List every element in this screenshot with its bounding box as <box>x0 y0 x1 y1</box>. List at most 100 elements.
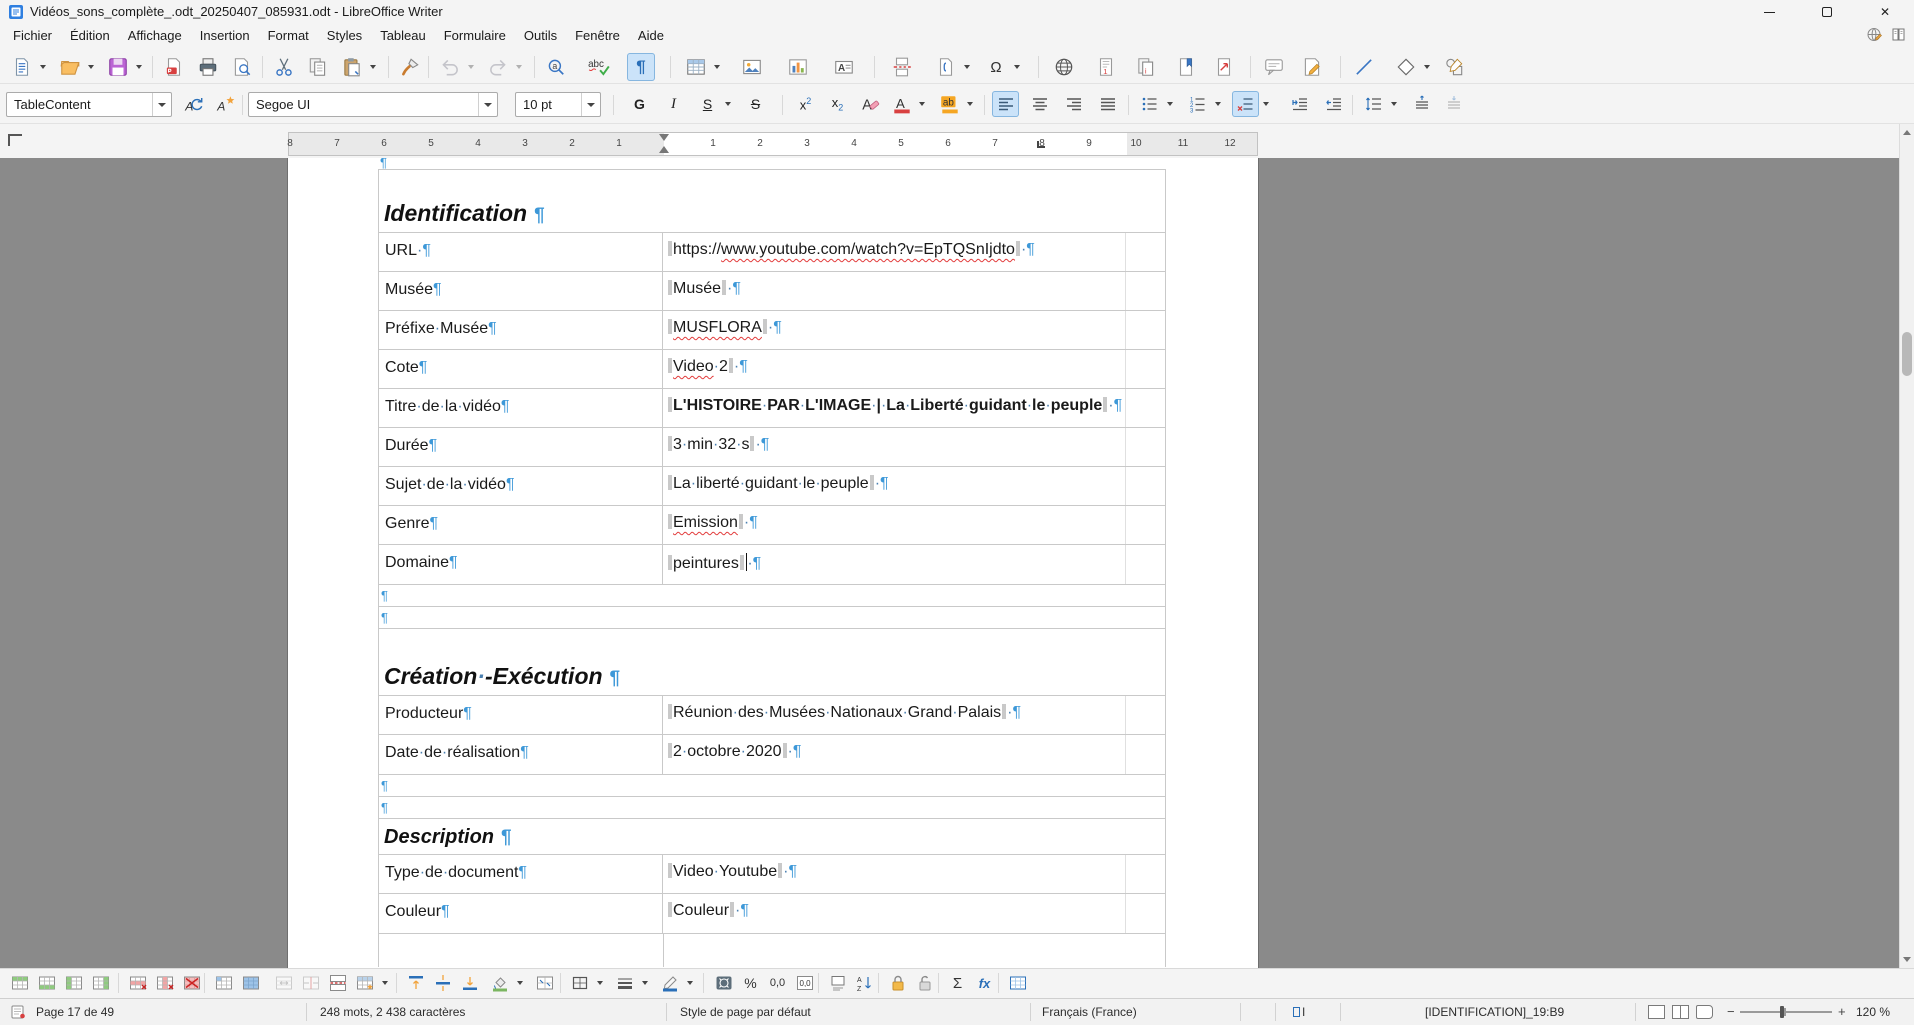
number-format-decimal-button[interactable]: 0,0 <box>764 970 791 996</box>
underline-button[interactable]: S <box>694 91 721 117</box>
cross-reference-button[interactable] <box>1210 53 1238 81</box>
selection-mode-icon[interactable]: I <box>1293 1005 1305 1019</box>
multi-page-view-icon[interactable] <box>1672 1005 1689 1019</box>
page-break-button[interactable] <box>888 53 916 81</box>
print-preview-button[interactable] <box>228 53 256 81</box>
book-view-icon[interactable] <box>1696 1005 1713 1019</box>
tab-stop-selector[interactable] <box>8 134 22 146</box>
field-label-cell[interactable]: Type·de·document¶ <box>379 855 663 893</box>
insert-footnote-button[interactable]: 1 <box>1092 53 1120 81</box>
font-size-dropdown[interactable] <box>581 93 600 116</box>
insert-formula-button[interactable]: fx <box>971 970 998 996</box>
insert-table-dropdown[interactable] <box>710 53 723 81</box>
field-value-cell[interactable]: 3·min·32·s·¶ <box>663 428 1126 466</box>
field-value-cell[interactable]: https://www.youtube.com/watch?v=EpTQSnIj… <box>663 233 1126 271</box>
subscript-button[interactable]: x2 <box>824 91 851 117</box>
bullet-list-button[interactable] <box>1136 91 1163 117</box>
optimize-size-button[interactable] <box>531 970 558 996</box>
export-pdf-button[interactable] <box>160 53 188 81</box>
zoom-slider[interactable] <box>1740 1011 1832 1013</box>
insert-row-above-button[interactable] <box>6 970 33 996</box>
align-center-button[interactable] <box>1026 91 1053 117</box>
spelling-button[interactable]: abc <box>585 53 613 81</box>
copy-button[interactable] <box>304 53 332 81</box>
table-end-cell[interactable] <box>1126 894 1165 933</box>
border-color-button[interactable] <box>656 970 683 996</box>
hyperlink-button[interactable] <box>1050 53 1078 81</box>
font-color-dropdown[interactable] <box>915 91 928 117</box>
menu-insertion[interactable]: Insertion <box>191 26 259 45</box>
scroll-up-arrow[interactable] <box>1903 130 1911 135</box>
empty-paragraph-row[interactable]: ¶ <box>378 774 1166 797</box>
menu-format[interactable]: Format <box>259 26 318 45</box>
protect-cells-button[interactable] <box>884 970 911 996</box>
find-replace-button[interactable]: a <box>542 53 570 81</box>
line-spacing-dropdown[interactable] <box>1387 91 1400 117</box>
save-button[interactable] <box>104 53 132 81</box>
zoom-out-button[interactable]: − <box>1727 1004 1735 1019</box>
new-document-dropdown[interactable] <box>36 53 49 81</box>
special-character-dropdown[interactable] <box>1010 53 1023 81</box>
section-heading-row[interactable]: Création·-Exécution¶ <box>379 629 1165 696</box>
paste-dropdown[interactable] <box>366 53 379 81</box>
unprotect-cells-button[interactable] <box>911 970 938 996</box>
table-background-color-button[interactable] <box>486 970 513 996</box>
table-end-cell[interactable] <box>1126 233 1165 271</box>
maximize-button[interactable] <box>1798 0 1856 24</box>
insert-field-button[interactable] <box>932 53 960 81</box>
numbered-list-dropdown[interactable] <box>1211 91 1224 117</box>
scrollbar-thumb[interactable] <box>1902 332 1912 376</box>
superscript-button[interactable]: x2 <box>792 91 819 117</box>
field-label-cell[interactable]: Genre¶ <box>379 506 663 544</box>
first-line-indent-marker[interactable] <box>659 134 669 141</box>
track-changes-button[interactable] <box>1298 53 1326 81</box>
horizontal-ruler[interactable]: 87654321123456789101112 <box>288 132 1258 156</box>
autoformat-table-button[interactable] <box>351 970 378 996</box>
document-table[interactable]: Identification¶URL·¶https://www.youtube.… <box>378 169 1166 585</box>
border-style-dropdown[interactable] <box>638 970 651 996</box>
borders-button[interactable] <box>566 970 593 996</box>
table-row[interactable]: Type·de·document¶Video·Youtube·¶ <box>379 855 1165 894</box>
font-color-button[interactable]: A <box>888 91 915 117</box>
table-end-cell[interactable] <box>1126 389 1165 427</box>
table-row[interactable]: Couleur¶Couleur·¶ <box>379 894 1165 933</box>
field-value-cell[interactable]: Video·2·¶ <box>663 350 1126 388</box>
show-draw-functions-button[interactable] <box>1440 53 1468 81</box>
menu-fichier[interactable]: Fichier <box>4 26 61 45</box>
basic-shapes-dropdown[interactable] <box>1420 53 1433 81</box>
line-spacing-button[interactable] <box>1360 91 1387 117</box>
border-style-button[interactable] <box>611 970 638 996</box>
save-dropdown[interactable] <box>132 53 145 81</box>
delete-column-button[interactable] <box>151 970 178 996</box>
table-end-cell[interactable] <box>1126 506 1165 544</box>
print-button[interactable] <box>194 53 222 81</box>
field-value-cell[interactable]: Réunion·des·Musées·Nationaux·Grand·Palai… <box>663 696 1126 734</box>
new-document-button[interactable] <box>8 53 36 81</box>
insert-chart-button[interactable] <box>784 53 812 81</box>
paragraph-style-combo[interactable]: TableContent <box>6 92 172 117</box>
partial-table-row[interactable] <box>378 933 1166 967</box>
no-list-dropdown[interactable] <box>1259 91 1272 117</box>
document-page[interactable]: ¶ Identification¶URL·¶https://www.youtub… <box>288 158 1258 968</box>
field-value-cell[interactable]: Musée·¶ <box>663 272 1126 310</box>
merge-cells-button[interactable] <box>270 970 297 996</box>
numbered-list-button[interactable]: 123 <box>1184 91 1211 117</box>
open-file-dropdown[interactable] <box>84 53 97 81</box>
number-format-currency-button[interactable] <box>710 970 737 996</box>
autoformat-dropdown[interactable] <box>378 970 391 996</box>
special-character-button[interactable]: Ω <box>982 53 1010 81</box>
document-content[interactable]: Identification¶URL·¶https://www.youtube.… <box>378 170 1168 967</box>
decrease-indent-button[interactable] <box>1320 91 1347 117</box>
close-button[interactable]: ✕ <box>1856 0 1914 24</box>
field-label-cell[interactable]: Durée¶ <box>379 428 663 466</box>
field-label-cell[interactable]: Musée¶ <box>379 272 663 310</box>
insert-bookmark-button[interactable] <box>1172 53 1200 81</box>
font-size-combo[interactable]: 10 pt <box>515 92 601 117</box>
insert-column-before-button[interactable] <box>60 970 87 996</box>
redo-button[interactable] <box>484 53 512 81</box>
menu-formulaire[interactable]: Formulaire <box>435 26 515 45</box>
table-end-cell[interactable] <box>1126 311 1165 349</box>
save-status-icon[interactable] <box>10 1004 26 1020</box>
bold-button[interactable]: G <box>626 91 653 117</box>
insert-row-below-button[interactable] <box>33 970 60 996</box>
